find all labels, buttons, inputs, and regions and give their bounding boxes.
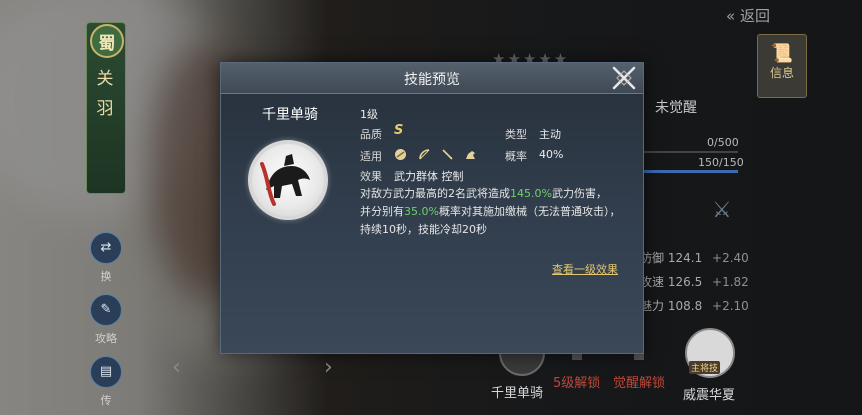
- progress-value: 150/150: [698, 156, 744, 169]
- skill-label: 觉醒解锁: [613, 376, 666, 391]
- skill-slot[interactable]: 主将技 威震华夏: [683, 328, 736, 403]
- info-tab-label: 信息: [769, 66, 794, 80]
- swap-icon: ⇄: [90, 232, 122, 264]
- stat-row: 攻速 126.5 +1.82: [640, 273, 749, 290]
- desc-text: 武力伤害，: [551, 187, 607, 200]
- awaken-status: 未觉醒: [655, 100, 697, 116]
- skill-icon: 主将技: [685, 328, 735, 378]
- view-level1-effect-link[interactable]: 查看一级效果: [552, 261, 618, 277]
- stat-value: 124.1: [667, 251, 703, 265]
- quality-label: 品质: [360, 128, 382, 141]
- stat-value: 108.8: [667, 299, 703, 313]
- progress-value: 0/500: [707, 136, 739, 149]
- scroll-icon: ✎: [90, 294, 122, 326]
- info-tab[interactable]: 📜 信息: [757, 34, 807, 98]
- applies-label: 适用: [360, 150, 382, 163]
- skill-preview-dialog: 技能预览 千里单骑 1级 品质 S 类型 主动 适用 概率 40% 效果 武力群…: [220, 62, 644, 354]
- bow-icon: [418, 148, 431, 161]
- shield-icon: [394, 148, 407, 161]
- progress-bar: [642, 170, 738, 173]
- dialog-title: 技能预览: [404, 72, 460, 88]
- back-button[interactable]: « 返回: [726, 5, 770, 26]
- chance-label: 概率: [505, 150, 527, 163]
- horse-icon: [464, 148, 477, 161]
- stat-row: 魅力 108.8 +2.10: [640, 297, 749, 314]
- skill-name: 千里单骑: [262, 107, 318, 123]
- next-arrow-icon[interactable]: ›: [324, 355, 333, 380]
- desc-text: 并分别有: [360, 205, 404, 218]
- quality-grade: S: [394, 123, 404, 138]
- stat-bonus: +2.40: [712, 251, 749, 265]
- skill-badge: 主将技: [689, 361, 721, 374]
- close-icon: [612, 66, 636, 90]
- skill-description: 对敌方武力最高的2名武将造成145.0%武力伤害， 并分别有35.0%概率对其施加…: [360, 185, 622, 239]
- stat-bonus: +2.10: [712, 299, 749, 313]
- stat-row: 防御 124.1 +2.40: [640, 249, 749, 266]
- back-arrow-icon: «: [726, 7, 736, 25]
- switch-button[interactable]: ⇄ 换: [86, 232, 126, 284]
- hero-name: 关羽: [96, 69, 114, 119]
- switch-label: 换: [100, 270, 112, 283]
- scroll-icon: 📜: [770, 43, 794, 64]
- prev-arrow-icon[interactable]: ‹: [172, 355, 181, 380]
- progress-bar: [642, 151, 738, 153]
- back-label: 返回: [739, 7, 770, 25]
- type-label: 类型: [505, 128, 527, 141]
- desc-text: 对敌方武力最高的2名武将造成: [360, 187, 510, 200]
- skill-label: 千里单骑: [491, 386, 544, 401]
- skill-portrait: [248, 140, 328, 220]
- guide-label: 攻略: [95, 332, 117, 345]
- skill-label: 威震华夏: [683, 388, 736, 403]
- type-value: 主动: [539, 128, 561, 141]
- disarm-chance: 35.0%: [404, 205, 439, 218]
- close-button[interactable]: [609, 63, 639, 93]
- weapon-icon: ⚔: [712, 198, 732, 223]
- spear-icon: [441, 148, 454, 161]
- book-icon: ▤: [90, 356, 122, 388]
- effect-label: 效果: [360, 170, 382, 183]
- damage-percent: 145.0%: [510, 187, 552, 200]
- skill-level: 1级: [360, 108, 378, 121]
- chance-value: 40%: [539, 148, 564, 161]
- horseman-icon: [260, 154, 310, 206]
- skill-label: 5级解锁: [553, 376, 601, 391]
- biography-label: 传: [100, 394, 112, 407]
- kingdom-badge: 蜀: [90, 24, 124, 58]
- guide-button[interactable]: ✎ 攻略: [86, 294, 126, 346]
- biography-button[interactable]: ▤ 传: [86, 356, 126, 408]
- stat-value: 126.5: [667, 275, 703, 289]
- stat-bonus: +1.82: [712, 275, 749, 289]
- effect-value: 武力群体 控制: [394, 170, 464, 183]
